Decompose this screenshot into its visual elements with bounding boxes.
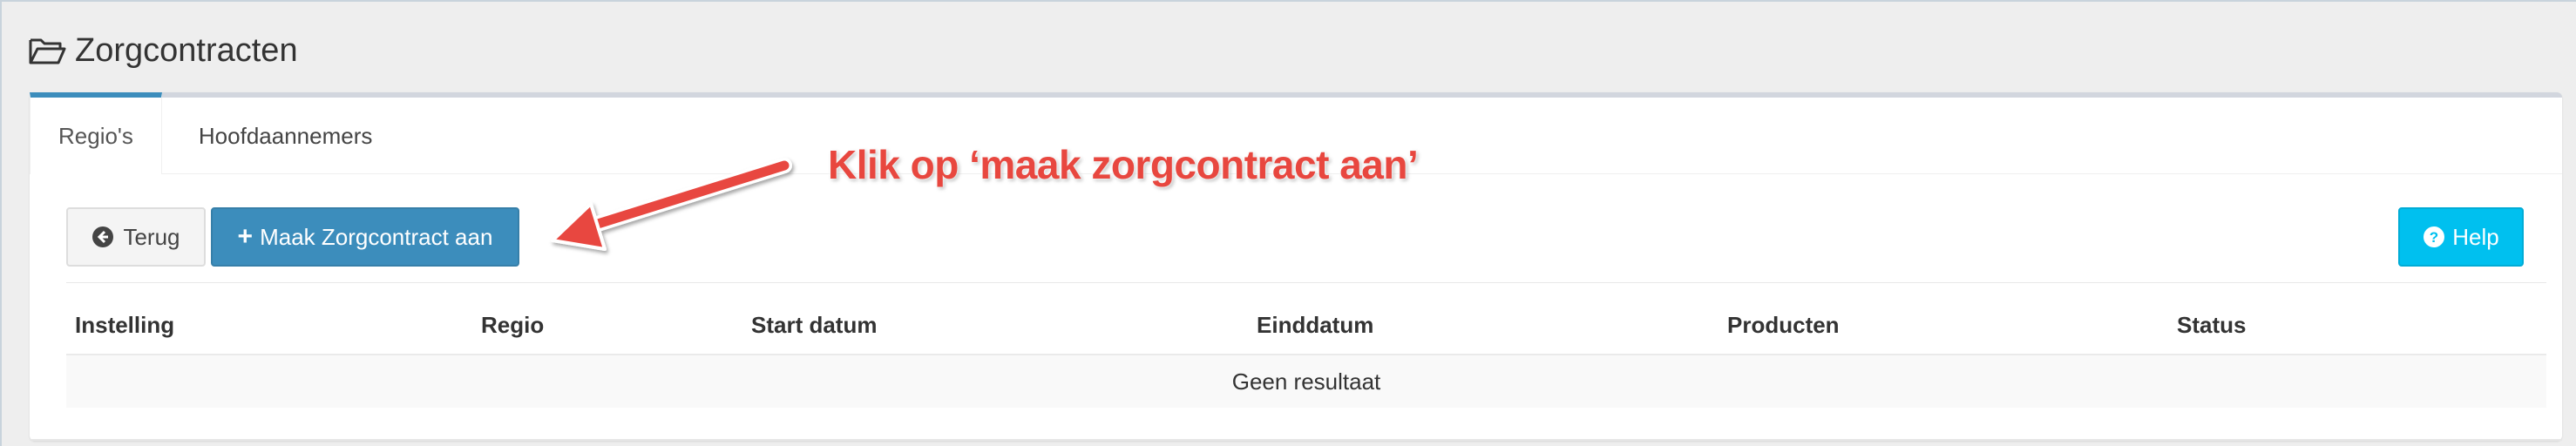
create-contract-button[interactable]: + Maak Zorgcontract aan <box>211 207 519 267</box>
help-button-label: Help <box>2452 223 2499 250</box>
annotation-arrow <box>551 158 792 251</box>
column-header-einddatum[interactable]: Einddatum <box>1257 312 1373 339</box>
divider <box>66 282 2546 283</box>
tab-hoofdaannemers[interactable]: Hoofdaannemers <box>171 98 400 174</box>
table-empty-row: Geen resultaat <box>66 354 2546 408</box>
arrow-circle-left-icon <box>92 226 114 247</box>
help-button[interactable]: ? Help <box>2398 207 2524 267</box>
panel-footer-divider <box>30 439 2562 441</box>
page-header: Zorgcontracten <box>28 26 298 75</box>
question-circle-icon: ? <box>2423 226 2445 247</box>
svg-text:?: ? <box>2430 229 2438 246</box>
column-header-producten[interactable]: Producten <box>1727 312 1840 339</box>
folder-open-icon <box>29 38 66 64</box>
annotation-label: Klik op ‘maak zorgcontract aan’ <box>828 142 1419 187</box>
page-title: Zorgcontracten <box>75 31 298 69</box>
column-header-status[interactable]: Status <box>2177 312 2246 339</box>
plus-icon: + <box>237 222 254 251</box>
table-header: Instelling Regio Start datum Einddatum P… <box>30 303 2562 347</box>
empty-message: Geen resultaat <box>1231 368 1381 395</box>
page: Zorgcontracten Regio's Hoofdaannemers Te… <box>0 0 2576 446</box>
column-header-start-datum[interactable]: Start datum <box>751 312 877 339</box>
create-contract-label: Maak Zorgcontract aan <box>260 223 493 250</box>
column-header-regio[interactable]: Regio <box>481 312 544 339</box>
back-button-label: Terug <box>123 223 180 250</box>
column-header-instelling[interactable]: Instelling <box>75 312 174 339</box>
tab-regios[interactable]: Regio's <box>30 92 162 174</box>
back-button[interactable]: Terug <box>66 207 206 267</box>
